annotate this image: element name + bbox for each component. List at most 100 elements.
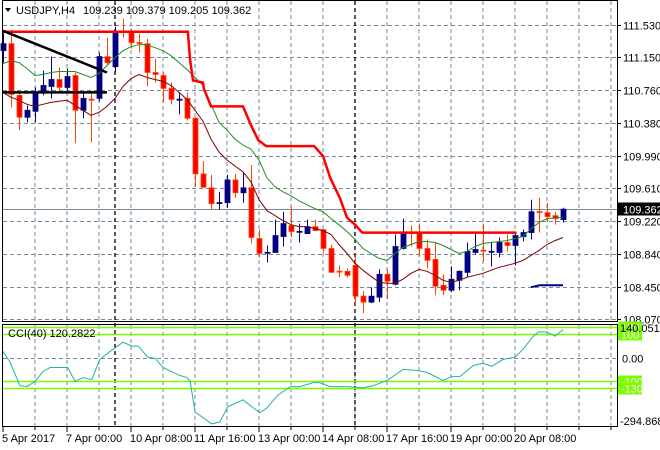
- bullish-candle: [400, 218, 407, 250]
- indicators: [2, 29, 564, 289]
- bearish-candle: [424, 239, 431, 269]
- bearish-candle: [136, 33, 143, 53]
- price-tick-label: 109.990: [623, 152, 660, 164]
- candle-body: [24, 109, 31, 118]
- candle-body: [488, 250, 495, 253]
- price-tick-label: 110.380: [623, 119, 660, 131]
- bullish-candle: [448, 266, 455, 293]
- bearish-candle: [256, 229, 263, 258]
- candle-body: [56, 79, 63, 88]
- candle-body: [320, 229, 327, 249]
- candle-body: [8, 43, 15, 95]
- time-label: 7 Apr 00:00: [66, 433, 122, 445]
- cci-line[interactable]: [2, 329, 564, 425]
- slow-moving-average-line[interactable]: [2, 73, 564, 284]
- bullish-candle: [112, 26, 119, 73]
- bearish-candle: [480, 223, 487, 262]
- cci-label: CCI(40) 120.2822: [8, 328, 95, 340]
- bullish-candle: [176, 92, 183, 115]
- bullish-candle: [472, 231, 479, 255]
- bullish-candle: [96, 52, 103, 102]
- candle-body: [544, 212, 551, 218]
- bearish-candle: [104, 37, 111, 66]
- candle-body: [328, 248, 335, 273]
- candle-body: [256, 238, 263, 254]
- candle-body: [432, 259, 439, 287]
- candle-body: [368, 295, 375, 303]
- candle-body: [352, 264, 359, 297]
- bullish-candle: [528, 199, 535, 240]
- candle-body: [152, 72, 159, 75]
- price-tick-label: 108.450: [623, 283, 660, 295]
- bearish-candle: [384, 269, 391, 300]
- candle-body: [512, 235, 519, 246]
- candle-body: [112, 31, 119, 67]
- bearish-candle: [416, 223, 423, 257]
- bullish-candle: [272, 219, 279, 253]
- candle-body: [232, 179, 239, 194]
- bullish-candle: [368, 287, 375, 304]
- candle-body: [88, 98, 95, 101]
- candle-body: [424, 248, 431, 261]
- bearish-candle: [184, 92, 191, 121]
- time-label: 17 Apr 16:00: [386, 433, 448, 445]
- time-label: 11 Apr 16:00: [194, 433, 256, 445]
- bullish-candle: [264, 245, 271, 263]
- price-chart[interactable]: 111.530 111.150 110.760 110.380 109.990 109.6…: [0, 0, 660, 450]
- bearish-candle: [248, 164, 255, 244]
- bearish-candle: [88, 90, 95, 143]
- candle-body: [472, 249, 479, 253]
- time-label: 5 Apr 2017: [2, 433, 55, 445]
- candle-body: [240, 187, 247, 194]
- candle-body: [144, 43, 151, 73]
- price-tick-label: 111.530: [623, 21, 660, 33]
- level-segment-line[interactable]: [530, 284, 563, 289]
- ohlc-values: 109.239 109.379 109.205 109.362: [83, 5, 251, 17]
- bearish-candle: [328, 244, 335, 273]
- cci-grid: [3, 325, 617, 426]
- bearish-candle: [8, 29, 15, 108]
- bullish-candle: [560, 207, 567, 223]
- candle-body: [480, 249, 487, 252]
- candle-body: [280, 223, 287, 237]
- main-panel-frame: [2, 0, 618, 322]
- candle-body: [192, 117, 199, 175]
- bearish-candle: [192, 117, 199, 187]
- bullish-candle: [224, 174, 231, 208]
- descending-trendline[interactable]: [2, 29, 108, 74]
- cci-min-label: -294.8681: [620, 416, 660, 428]
- cci-zero-label: 0.00: [622, 354, 643, 366]
- current-price-label: 109.362: [623, 205, 660, 217]
- candle-body: [208, 187, 215, 205]
- candle-body: [32, 92, 39, 112]
- chart-overlays: [3, 1, 617, 426]
- dropdown-triangle-icon[interactable]: [5, 8, 11, 12]
- price-tick-label: 111.150: [623, 53, 660, 65]
- time-label: 14 Apr 08:00: [322, 433, 384, 445]
- price-tick-label: 109.610: [623, 184, 660, 196]
- bearish-candle: [336, 265, 343, 278]
- candle-body: [344, 270, 351, 276]
- cci-level-label: -130: [621, 384, 643, 396]
- bearish-candle: [160, 72, 167, 103]
- candle-body: [336, 270, 343, 273]
- candle-body: [416, 232, 423, 249]
- bearish-candle: [16, 92, 23, 131]
- bullish-candle: [240, 172, 247, 203]
- candle-body: [288, 225, 295, 232]
- symbol-label: USDJPY,H4: [16, 5, 75, 17]
- bullish-candle: [376, 269, 383, 303]
- time-label: 20 Apr 08:00: [514, 433, 576, 445]
- bullish-candle: [392, 234, 399, 286]
- candle-body: [128, 31, 135, 44]
- time-label: 10 Apr 08:00: [130, 433, 192, 445]
- candle-body: [248, 187, 255, 238]
- candle-body: [0, 43, 7, 52]
- candle-body: [16, 94, 23, 118]
- bullish-candle: [80, 93, 87, 119]
- candle-body: [184, 97, 191, 119]
- bullish-candle: [216, 191, 223, 210]
- candle-body: [440, 284, 447, 291]
- bearish-candle: [200, 160, 207, 188]
- bearish-candle: [72, 72, 79, 144]
